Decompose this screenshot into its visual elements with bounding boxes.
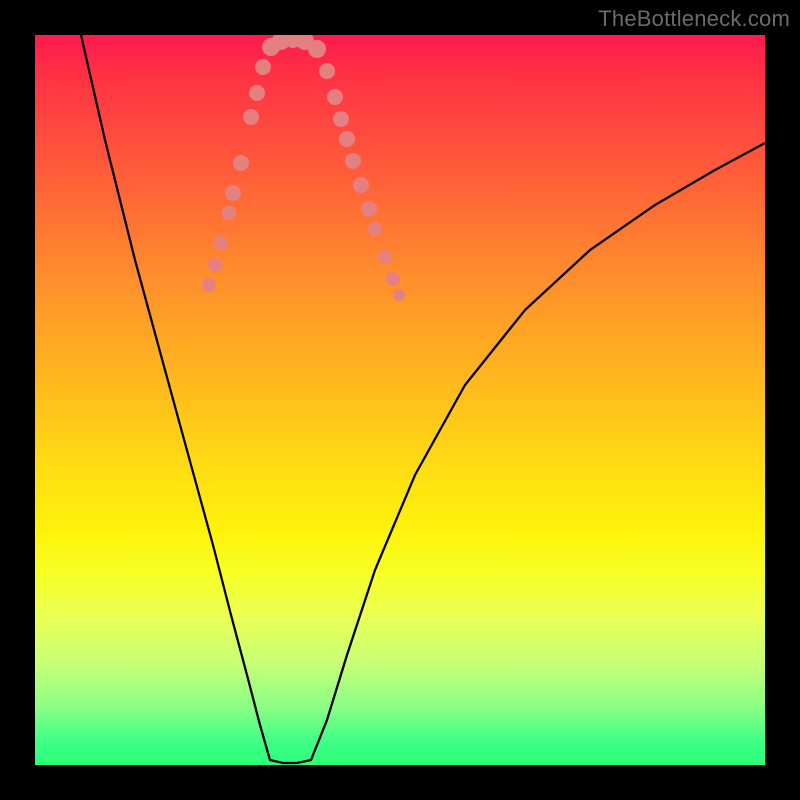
watermark-text: TheBottleneck.com: [598, 6, 790, 32]
data-dot: [386, 272, 400, 286]
data-dot: [345, 153, 361, 169]
data-dot: [339, 131, 355, 147]
data-dot: [208, 258, 222, 272]
data-dot: [214, 236, 228, 250]
data-dot: [361, 201, 377, 217]
data-dot: [249, 85, 265, 101]
curve-svg: [35, 35, 765, 765]
data-dot: [327, 89, 343, 105]
data-dot: [333, 111, 349, 127]
data-dot: [243, 109, 259, 125]
chart-frame: TheBottleneck.com: [0, 0, 800, 800]
data-dot: [378, 250, 392, 264]
plot-area: [35, 35, 765, 765]
data-dot: [353, 177, 369, 193]
dot-group: [202, 35, 405, 301]
bottleneck-curve: [81, 35, 765, 763]
data-dot: [308, 40, 326, 58]
data-dot: [393, 289, 405, 301]
data-dot: [255, 59, 271, 75]
data-dot: [368, 222, 382, 236]
data-dot: [222, 206, 236, 220]
data-dot: [225, 185, 241, 201]
data-dot: [202, 278, 216, 292]
data-dot: [319, 63, 335, 79]
data-dot: [233, 155, 249, 171]
